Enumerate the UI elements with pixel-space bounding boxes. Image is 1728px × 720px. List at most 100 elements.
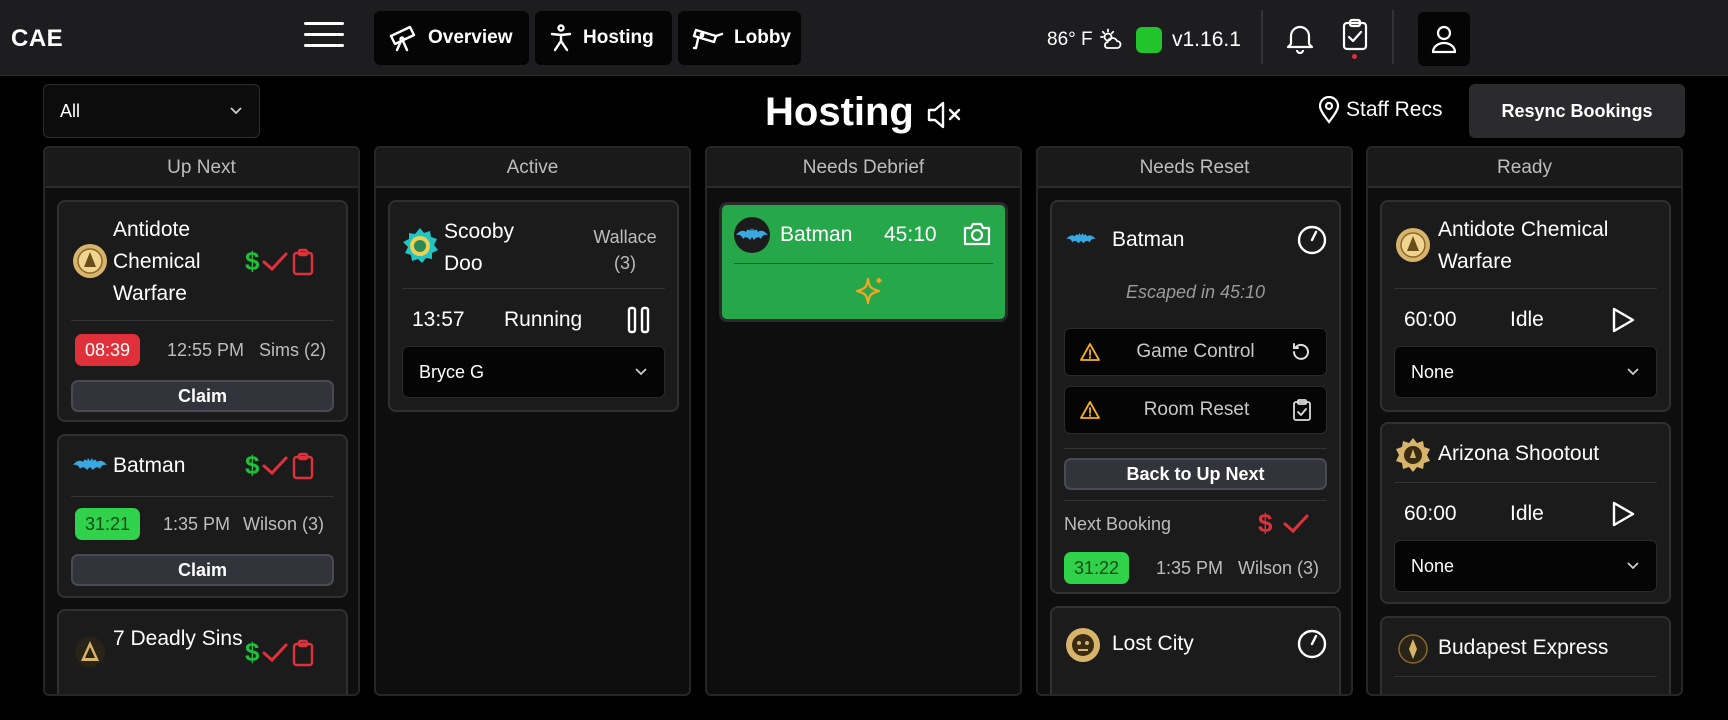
- room-name: Batman: [113, 454, 186, 477]
- speaker-muted-icon[interactable]: [926, 100, 964, 130]
- reset-card[interactable]: Batman Escaped in 45:10 Game Control Roo…: [1050, 200, 1341, 594]
- warning-icon: [1079, 342, 1101, 362]
- game-control-button[interactable]: Game Control: [1064, 328, 1327, 376]
- user-profile-button[interactable]: [1418, 12, 1470, 66]
- booking-card[interactable]: 7 Deadly Sins $: [57, 609, 348, 694]
- staff-select-value: Bryce G: [419, 361, 485, 382]
- antidote-room-icon: [1394, 226, 1432, 264]
- clipboard-icon[interactable]: [291, 248, 315, 276]
- divider: [1394, 482, 1657, 483]
- nav-lobby-button[interactable]: Lobby: [678, 11, 801, 65]
- reset-card[interactable]: Lost City: [1050, 606, 1341, 694]
- lost-city-room-icon: [1064, 626, 1102, 664]
- booking-host: Wallace (3): [593, 227, 657, 273]
- person-icon: [549, 24, 573, 52]
- game-state: Running: [504, 308, 583, 331]
- room-name: 7 Deadly Sins: [113, 627, 243, 650]
- game-timer: 13:57: [412, 308, 465, 331]
- room-reset-label: Room Reset: [1143, 399, 1250, 420]
- room-name: Arizona Shootout: [1438, 442, 1600, 465]
- chevron-down-icon: [634, 367, 648, 377]
- top-bar: CAE Overview Hosting Lobby 86° F v1.16.1: [0, 0, 1728, 76]
- column-header: Ready: [1368, 148, 1681, 188]
- staff-select-value: None: [1411, 555, 1455, 576]
- debrief-card[interactable]: Batman 45:10: [719, 202, 1008, 322]
- camera-icon[interactable]: [962, 221, 992, 247]
- rotate-ccw-icon: [1290, 341, 1312, 363]
- nav-overview-label: Overview: [428, 27, 513, 48]
- budapest-express-room-icon: [1394, 630, 1432, 668]
- chevron-down-icon: [1626, 561, 1640, 571]
- bat-signal-icon: [1064, 226, 1102, 264]
- column-header: Needs Debrief: [707, 148, 1020, 188]
- countdown-timer: 31:21: [75, 508, 141, 540]
- weather-readout: 86° F: [1047, 28, 1123, 52]
- booking-status-icons: $: [245, 637, 315, 668]
- room-name: Scooby Doo: [444, 220, 515, 275]
- room-filter-select[interactable]: All: [43, 84, 260, 138]
- booking-host: Wilson (3): [243, 514, 325, 534]
- booking-time: 12:55 PM: [167, 340, 245, 360]
- sparkles-icon[interactable]: [852, 275, 886, 309]
- clipboard-icon[interactable]: [291, 639, 315, 667]
- scooby-doo-room-icon: [400, 226, 438, 264]
- booking-status-icons: $: [245, 246, 315, 277]
- page-title: Hosting: [765, 90, 914, 134]
- room-reset-button[interactable]: Room Reset: [1064, 386, 1327, 434]
- booking-card[interactable]: Batman $ 31:21 1:35 PM Wilson (3) Claim: [57, 434, 348, 598]
- column-header: Up Next: [45, 148, 358, 188]
- staff-recs-button[interactable]: Staff Recs: [1318, 96, 1443, 124]
- map-pin-icon: [1318, 96, 1340, 124]
- bell-icon[interactable]: [1285, 22, 1315, 54]
- antidote-room-icon: [71, 242, 109, 280]
- nav-hosting-button[interactable]: Hosting: [535, 11, 672, 65]
- ready-room-card[interactable]: Budapest Express: [1380, 616, 1671, 694]
- back-to-up-next-button[interactable]: Back to Up Next: [1064, 458, 1327, 490]
- divider: [1394, 676, 1657, 677]
- play-icon[interactable]: [1610, 500, 1636, 528]
- room-name: Antidote Chemical Warfare: [113, 218, 201, 305]
- game-duration: 60:00: [1404, 308, 1457, 331]
- escape-time: 45:10: [884, 223, 937, 246]
- booking-card[interactable]: Antidote Chemical Warfare $ 08:39 12:55 …: [57, 200, 348, 422]
- nav-overview-button[interactable]: Overview: [374, 11, 529, 65]
- nav-lobby-label: Lobby: [734, 27, 791, 48]
- claim-button[interactable]: Claim: [71, 380, 334, 412]
- clipboard-icon[interactable]: [291, 452, 315, 480]
- resync-bookings-button[interactable]: Resync Bookings: [1469, 84, 1685, 138]
- app-brand: CAE: [11, 25, 64, 52]
- nav-hosting-label: Hosting: [583, 27, 654, 48]
- game-control-label: Game Control: [1136, 341, 1255, 362]
- bat-signal-icon: [732, 215, 770, 253]
- chevron-down-icon: [1626, 367, 1640, 377]
- warning-icon: [1079, 400, 1101, 420]
- game-state: Idle: [1510, 308, 1544, 331]
- divider: [402, 288, 665, 289]
- active-game-card[interactable]: Scooby Doo Wallace (3) 13:57 Running Bry…: [388, 200, 679, 412]
- pause-icon[interactable]: [626, 306, 652, 334]
- clipboard-check-icon[interactable]: [1341, 18, 1369, 52]
- escaped-status: Escaped in 45:10: [1125, 282, 1266, 302]
- staff-select[interactable]: Bryce G: [402, 346, 665, 398]
- partly-cloudy-icon: [1099, 28, 1123, 52]
- ready-room-card[interactable]: Antidote Chemical Warfare 60:00 Idle Non…: [1380, 200, 1671, 412]
- play-icon[interactable]: [1610, 306, 1636, 334]
- menu-button[interactable]: [304, 22, 344, 54]
- claim-button[interactable]: Claim: [71, 554, 334, 586]
- booking-status-icons: $: [245, 450, 315, 481]
- game-duration: 60:00: [1404, 502, 1457, 525]
- staff-select[interactable]: None: [1394, 540, 1657, 592]
- camera-cctv-icon: [692, 24, 724, 52]
- notification-dot: [1352, 54, 1357, 59]
- stopwatch-icon[interactable]: [1296, 224, 1328, 256]
- user-icon: [1430, 24, 1458, 54]
- stopwatch-icon[interactable]: [1296, 628, 1328, 660]
- divider: [1261, 10, 1263, 64]
- booking-status-icons: $: [1258, 508, 1310, 539]
- unpaid-icon: $: [1258, 508, 1273, 538]
- staff-select[interactable]: None: [1394, 346, 1657, 398]
- divider: [1064, 500, 1327, 501]
- next-booking-label: Next Booking: [1064, 514, 1172, 534]
- column-up-next: Up Next Antidote Chemical Warfare $ 08:3…: [43, 146, 360, 696]
- ready-room-card[interactable]: Arizona Shootout 60:00 Idle None: [1380, 422, 1671, 604]
